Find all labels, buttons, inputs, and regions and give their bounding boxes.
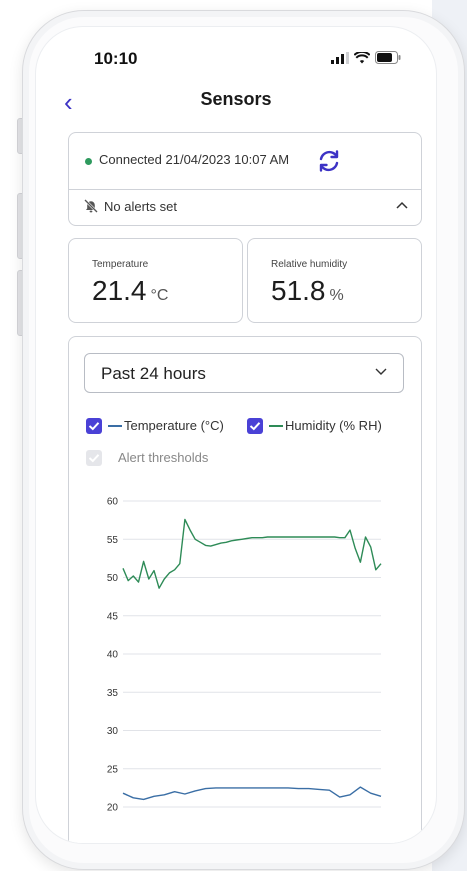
y-tick-label: 20 bbox=[107, 803, 119, 814]
y-tick-label: 40 bbox=[107, 650, 119, 661]
temperature-unit: °C bbox=[150, 287, 169, 304]
line-chart: 60 55 50 45 40 35 30 25 20 bbox=[107, 497, 382, 814]
temperature-value: 21.4 bbox=[92, 275, 147, 306]
check-icon bbox=[249, 422, 261, 431]
status-time: 10:10 bbox=[94, 49, 138, 68]
y-tick-label: 60 bbox=[107, 497, 119, 508]
y-tick-label: 30 bbox=[107, 726, 119, 737]
page-title: Sensors bbox=[200, 89, 272, 109]
connection-row: Connected 21/04/2023 10:07 AM bbox=[69, 133, 421, 190]
check-icon bbox=[88, 422, 100, 431]
temperature-legend-swatch bbox=[108, 425, 122, 427]
time-range-value: Past 24 hours bbox=[101, 364, 206, 383]
alert-thresholds-checkbox[interactable] bbox=[86, 450, 102, 466]
chevron-down-icon bbox=[375, 368, 387, 375]
y-tick-label: 50 bbox=[107, 573, 119, 584]
refresh-icon[interactable] bbox=[316, 148, 342, 174]
temperature-checkbox[interactable] bbox=[86, 418, 102, 434]
connection-status: Connected 21/04/2023 10:07 AM bbox=[99, 152, 290, 167]
temperature-series-line bbox=[122, 786, 382, 801]
battery-icon bbox=[375, 51, 401, 64]
check-icon bbox=[88, 454, 100, 463]
humidity-card: Relative humidity 51.8% bbox=[247, 238, 422, 323]
humidity-unit: % bbox=[329, 287, 344, 304]
humidity-value: 51.8 bbox=[271, 275, 326, 306]
status-icons bbox=[331, 51, 401, 64]
chevron-up-icon[interactable] bbox=[396, 201, 408, 209]
humidity-legend-label: Humidity (% RH) bbox=[285, 418, 382, 433]
connection-card: Connected 21/04/2023 10:07 AM No alerts … bbox=[68, 132, 422, 226]
temperature-reading: 21.4 °C bbox=[92, 275, 168, 307]
y-tick-label: 55 bbox=[107, 535, 119, 546]
temperature-legend-label: Temperature (°C) bbox=[124, 418, 224, 433]
humidity-checkbox[interactable] bbox=[247, 418, 263, 434]
phone-screen: 10:10 ‹ Sensors Connected 21/04/2023 10:… bbox=[35, 26, 437, 844]
alert-thresholds-label: Alert thresholds bbox=[118, 450, 209, 465]
y-tick-label: 25 bbox=[107, 764, 119, 775]
alerts-status: No alerts set bbox=[104, 199, 177, 214]
humidity-reading: 51.8% bbox=[271, 275, 344, 307]
humidity-label: Relative humidity bbox=[271, 259, 348, 270]
connected-dot bbox=[85, 158, 92, 165]
wifi-icon bbox=[354, 51, 370, 63]
temperature-card: Temperature 21.4 °C bbox=[68, 238, 243, 323]
humidity-legend-swatch bbox=[269, 425, 283, 427]
y-tick-label: 45 bbox=[107, 611, 119, 622]
y-tick-label: 35 bbox=[107, 688, 119, 699]
time-range-select[interactable]: Past 24 hours bbox=[84, 353, 404, 393]
bell-off-icon bbox=[84, 199, 98, 213]
signal-icon bbox=[331, 51, 349, 64]
temperature-label: Temperature bbox=[92, 259, 149, 270]
